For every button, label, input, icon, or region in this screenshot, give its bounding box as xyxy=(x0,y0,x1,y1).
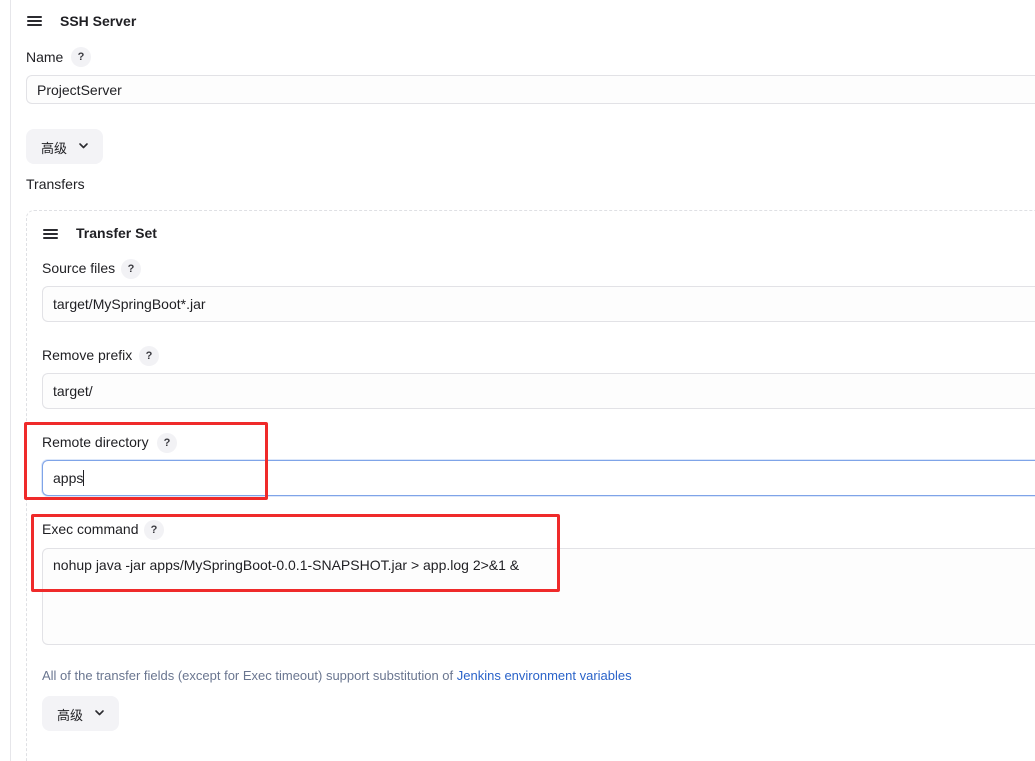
source-files-value: target/MySpringBoot*.jar xyxy=(53,296,206,312)
remove-prefix-input[interactable]: target/ xyxy=(42,373,1035,409)
remote-directory-label: Remote directory xyxy=(42,434,149,450)
advanced-button[interactable]: 高级 xyxy=(26,129,103,164)
container-border xyxy=(10,0,11,761)
env-variables-link[interactable]: Jenkins environment variables xyxy=(457,668,632,683)
help-icon[interactable]: ? xyxy=(121,259,141,279)
advanced-button-label: 高级 xyxy=(41,141,68,156)
exec-command-textarea[interactable]: nohup java -jar apps/MySpringBoot-0.0.1-… xyxy=(42,548,1035,645)
help-icon[interactable]: ? xyxy=(71,47,91,67)
remove-prefix-value: target/ xyxy=(53,383,93,399)
remove-prefix-label: Remove prefix xyxy=(42,347,133,363)
chevron-down-icon xyxy=(95,710,104,716)
text-caret xyxy=(83,470,85,486)
drag-handle-icon[interactable] xyxy=(27,16,42,26)
transfer-set-title: Transfer Set xyxy=(76,225,157,241)
name-label: Name xyxy=(26,49,64,65)
exec-command-label: Exec command xyxy=(42,521,139,537)
source-files-input[interactable]: target/MySpringBoot*.jar xyxy=(42,286,1035,322)
remote-directory-input[interactable]: apps xyxy=(42,460,1035,496)
substitution-hint: All of the transfer fields (except for E… xyxy=(42,668,632,683)
chevron-down-icon xyxy=(79,143,88,149)
remote-directory-value-wrap: apps xyxy=(53,470,85,486)
page: SSH Server Name ? ProjectServer 高级 Trans… xyxy=(0,0,1035,761)
exec-command-value: nohup java -jar apps/MySpringBoot-0.0.1-… xyxy=(53,557,520,573)
drag-handle-icon[interactable] xyxy=(43,229,58,239)
ssh-server-title: SSH Server xyxy=(60,13,137,29)
help-icon[interactable]: ? xyxy=(157,433,177,453)
advanced-button-label: 高级 xyxy=(57,708,84,723)
name-input[interactable]: ProjectServer xyxy=(26,75,1035,104)
remote-directory-value: apps xyxy=(53,470,84,486)
help-icon[interactable]: ? xyxy=(139,346,159,366)
transfer-advanced-button[interactable]: 高级 xyxy=(42,696,119,731)
source-files-label: Source files xyxy=(42,260,116,276)
name-input-value: ProjectServer xyxy=(37,82,122,98)
transfers-label: Transfers xyxy=(26,176,85,192)
help-icon[interactable]: ? xyxy=(144,520,164,540)
hint-text: All of the transfer fields (except for E… xyxy=(42,668,457,683)
